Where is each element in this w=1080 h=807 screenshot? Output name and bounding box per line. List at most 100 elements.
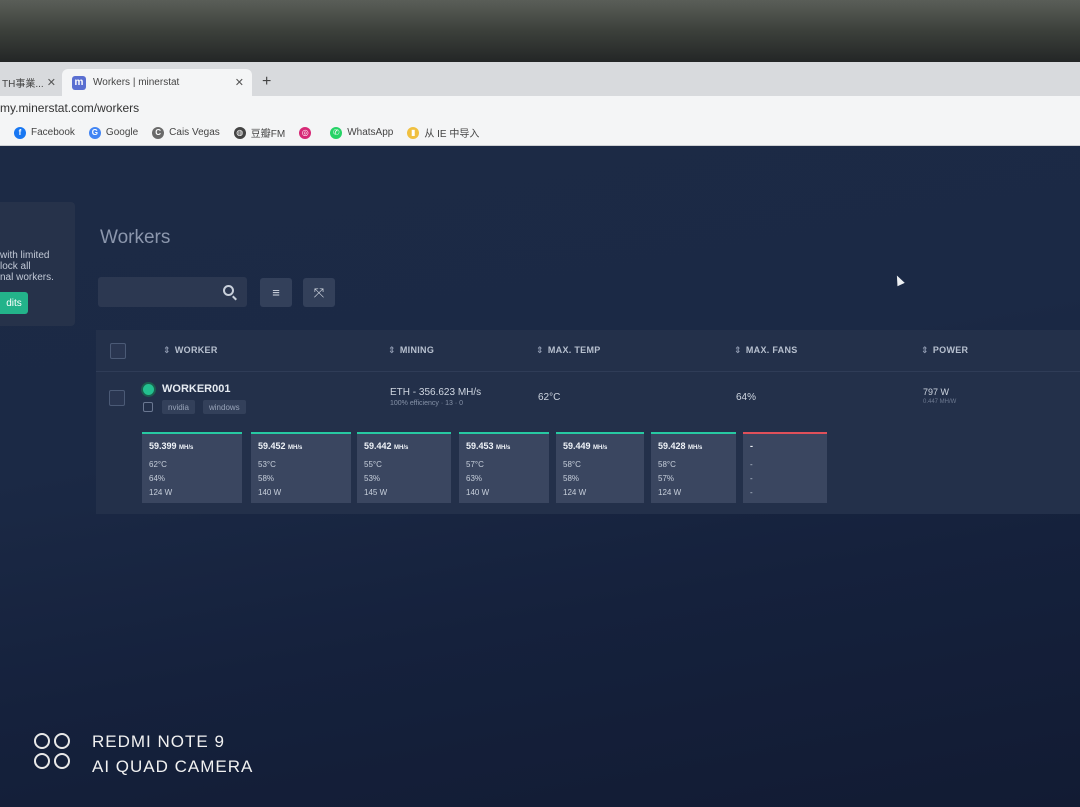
gpu-hashrate-value: 59.399 xyxy=(149,441,177,451)
mining-efficiency: 100% efficiency · 13 · 0 xyxy=(390,400,464,407)
gpu-hashrate: 59.428 MH/s xyxy=(658,441,702,451)
gpu-temp: 55°C xyxy=(364,460,382,469)
browser-tab-workers[interactable]: m Workers | minerstat ✕ xyxy=(62,69,252,96)
gpu-temp: 58°C xyxy=(563,460,581,469)
filter-button[interactable]: ≡ xyxy=(260,278,292,307)
gpu-hashrate: 59.452 MH/s xyxy=(258,441,302,451)
bookmark-item[interactable]: G Google xyxy=(88,126,139,139)
promo-text: with limited lock all nal workers. xyxy=(0,250,70,283)
gpu-hashrate-value: 59.428 xyxy=(658,441,686,451)
address-bar[interactable]: my.minerstat.com/workers xyxy=(0,96,1080,120)
gpu-temp: 58°C xyxy=(658,460,676,469)
column-power[interactable]: ⇕ POWER xyxy=(921,345,968,356)
gpu-hashrate: 59.442 MH/s xyxy=(364,441,408,451)
gpu-power: 124 W xyxy=(658,488,682,497)
facebook-icon: f xyxy=(14,126,26,139)
browser-tab-bar: TH事業... ✕ m Workers | minerstat ✕ + xyxy=(0,62,1080,96)
folder-icon: ▮ xyxy=(407,126,420,139)
gpu-hashrate-unit: MH/s xyxy=(179,445,194,451)
worker-name[interactable]: WORKER001 xyxy=(162,383,230,395)
gpu-fan: 58% xyxy=(258,474,275,483)
bookmark-item[interactable]: f Facebook xyxy=(14,126,75,139)
watermark-line: AI QUAD CAMERA xyxy=(92,757,254,776)
bookmark-label: WhatsApp xyxy=(347,127,394,138)
gpu-fan: 57% xyxy=(658,474,675,483)
gpu-card[interactable]: 59.449 MH/s 58°C 58% 124 W xyxy=(556,432,644,503)
tag-nvidia: nvidia xyxy=(162,400,195,414)
edit-icon[interactable] xyxy=(143,402,153,412)
instagram-icon: ◎ xyxy=(299,126,312,139)
column-max-fans[interactable]: ⇕ MAX. FANS xyxy=(734,345,798,356)
bookmark-item[interactable]: ▮ 从 IE 中导入 xyxy=(407,125,479,140)
column-mining[interactable]: ⇕ MINING xyxy=(388,345,434,356)
gpu-power: - xyxy=(750,488,753,497)
promo-line: lock all xyxy=(0,261,31,272)
google-icon: G xyxy=(88,126,101,139)
column-max-temp[interactable]: ⇕ MAX. TEMP xyxy=(536,345,601,356)
column-label: POWER xyxy=(932,345,969,355)
sidebar-promo-card: with limited lock all nal workers. dits xyxy=(0,202,75,326)
gpu-temp: 53°C xyxy=(258,460,276,469)
url-text[interactable]: my.minerstat.com/workers xyxy=(0,101,139,115)
gpu-hashrate-value: 59.449 xyxy=(563,441,591,451)
gpu-power: 124 W xyxy=(149,488,173,497)
bookmark-label: Cais Vegas xyxy=(169,127,220,138)
gpu-fan: - xyxy=(750,474,753,483)
column-label: WORKER xyxy=(174,345,218,355)
bookmark-item[interactable]: ◍ 豆瓣FM xyxy=(233,125,286,140)
bookmark-label: 从 IE 中导入 xyxy=(424,129,480,140)
search-icon[interactable] xyxy=(223,285,234,296)
credits-button[interactable]: dits xyxy=(0,292,28,314)
bookmark-item[interactable]: ✆ WhatsApp xyxy=(330,126,394,139)
gpu-power: 140 W xyxy=(466,488,490,497)
select-all-checkbox[interactable] xyxy=(110,343,126,359)
gpu-card[interactable]: 59.428 MH/s 58°C 57% 124 W xyxy=(651,432,736,503)
gpu-card[interactable]: 59.452 MH/s 53°C 58% 140 W xyxy=(251,432,351,503)
browser-tab-1[interactable]: TH事業... ✕ xyxy=(0,69,60,96)
bookmark-item[interactable]: C Cais Vegas xyxy=(152,126,220,139)
gpu-temp: 62°C xyxy=(149,460,167,469)
gpu-power: 140 W xyxy=(258,488,282,497)
bookmark-label: 豆瓣FM xyxy=(250,129,286,140)
globe-icon: ◍ xyxy=(233,126,246,139)
gpu-hashrate-unit: MH/s xyxy=(593,445,608,451)
close-icon[interactable]: ✕ xyxy=(235,76,244,89)
gpu-hashrate: 59.449 MH/s xyxy=(563,441,607,451)
gpu-fan: 53% xyxy=(364,474,381,483)
new-tab-button[interactable]: + xyxy=(262,73,271,91)
gpu-hashrate: 59.453 MH/s xyxy=(466,441,510,451)
power-efficiency: 0.447 MH/W xyxy=(923,399,957,405)
online-status-icon xyxy=(143,384,154,395)
sliders-icon: ≡ xyxy=(272,285,280,300)
sort-icon: ⇕ xyxy=(536,345,544,355)
gpu-hashrate-unit: MH/s xyxy=(688,445,703,451)
gpu-card[interactable]: - - - - xyxy=(743,432,827,503)
bookmark-label: Google xyxy=(105,127,139,138)
power-value: 797 W xyxy=(923,387,950,397)
tag-windows: windows xyxy=(203,400,246,414)
tab-label: TH事業... xyxy=(2,79,44,90)
gpu-card[interactable]: 59.453 MH/s 57°C 63% 140 W xyxy=(459,432,549,503)
promo-line: nal workers. xyxy=(0,272,54,283)
monitor-screen: TH事業... ✕ m Workers | minerstat ✕ + my.m… xyxy=(0,62,1080,807)
gpu-hashrate-value: 59.453 xyxy=(466,441,494,451)
collapse-button[interactable]: ⤧ xyxy=(303,278,335,307)
bookmark-item[interactable]: ◎ xyxy=(299,126,316,139)
gpu-fan: 64% xyxy=(149,474,166,483)
gpu-hashrate-unit: MH/s xyxy=(394,445,409,451)
table-row[interactable]: WORKER001 nvidia windows ETH - 356.623 M… xyxy=(96,372,1080,514)
gpu-card[interactable]: 59.442 MH/s 55°C 53% 145 W xyxy=(357,432,451,503)
gpu-power: 145 W xyxy=(364,488,388,497)
whatsapp-icon: ✆ xyxy=(330,126,343,139)
row-checkbox[interactable] xyxy=(109,390,125,406)
search-input[interactable] xyxy=(98,277,247,307)
bookmark-label: Facebook xyxy=(31,127,75,138)
gpu-power: 124 W xyxy=(563,488,587,497)
gpu-hashrate-unit: MH/s xyxy=(496,445,511,451)
column-label: MAX. TEMP xyxy=(547,345,601,355)
sort-icon: ⇕ xyxy=(163,345,171,355)
collapse-icon: ⤧ xyxy=(313,284,325,300)
column-worker[interactable]: ⇕ WORKER xyxy=(163,345,218,356)
close-icon[interactable]: ✕ xyxy=(47,76,56,89)
gpu-card[interactable]: 59.399 MH/s 62°C 64% 124 W xyxy=(142,432,242,503)
